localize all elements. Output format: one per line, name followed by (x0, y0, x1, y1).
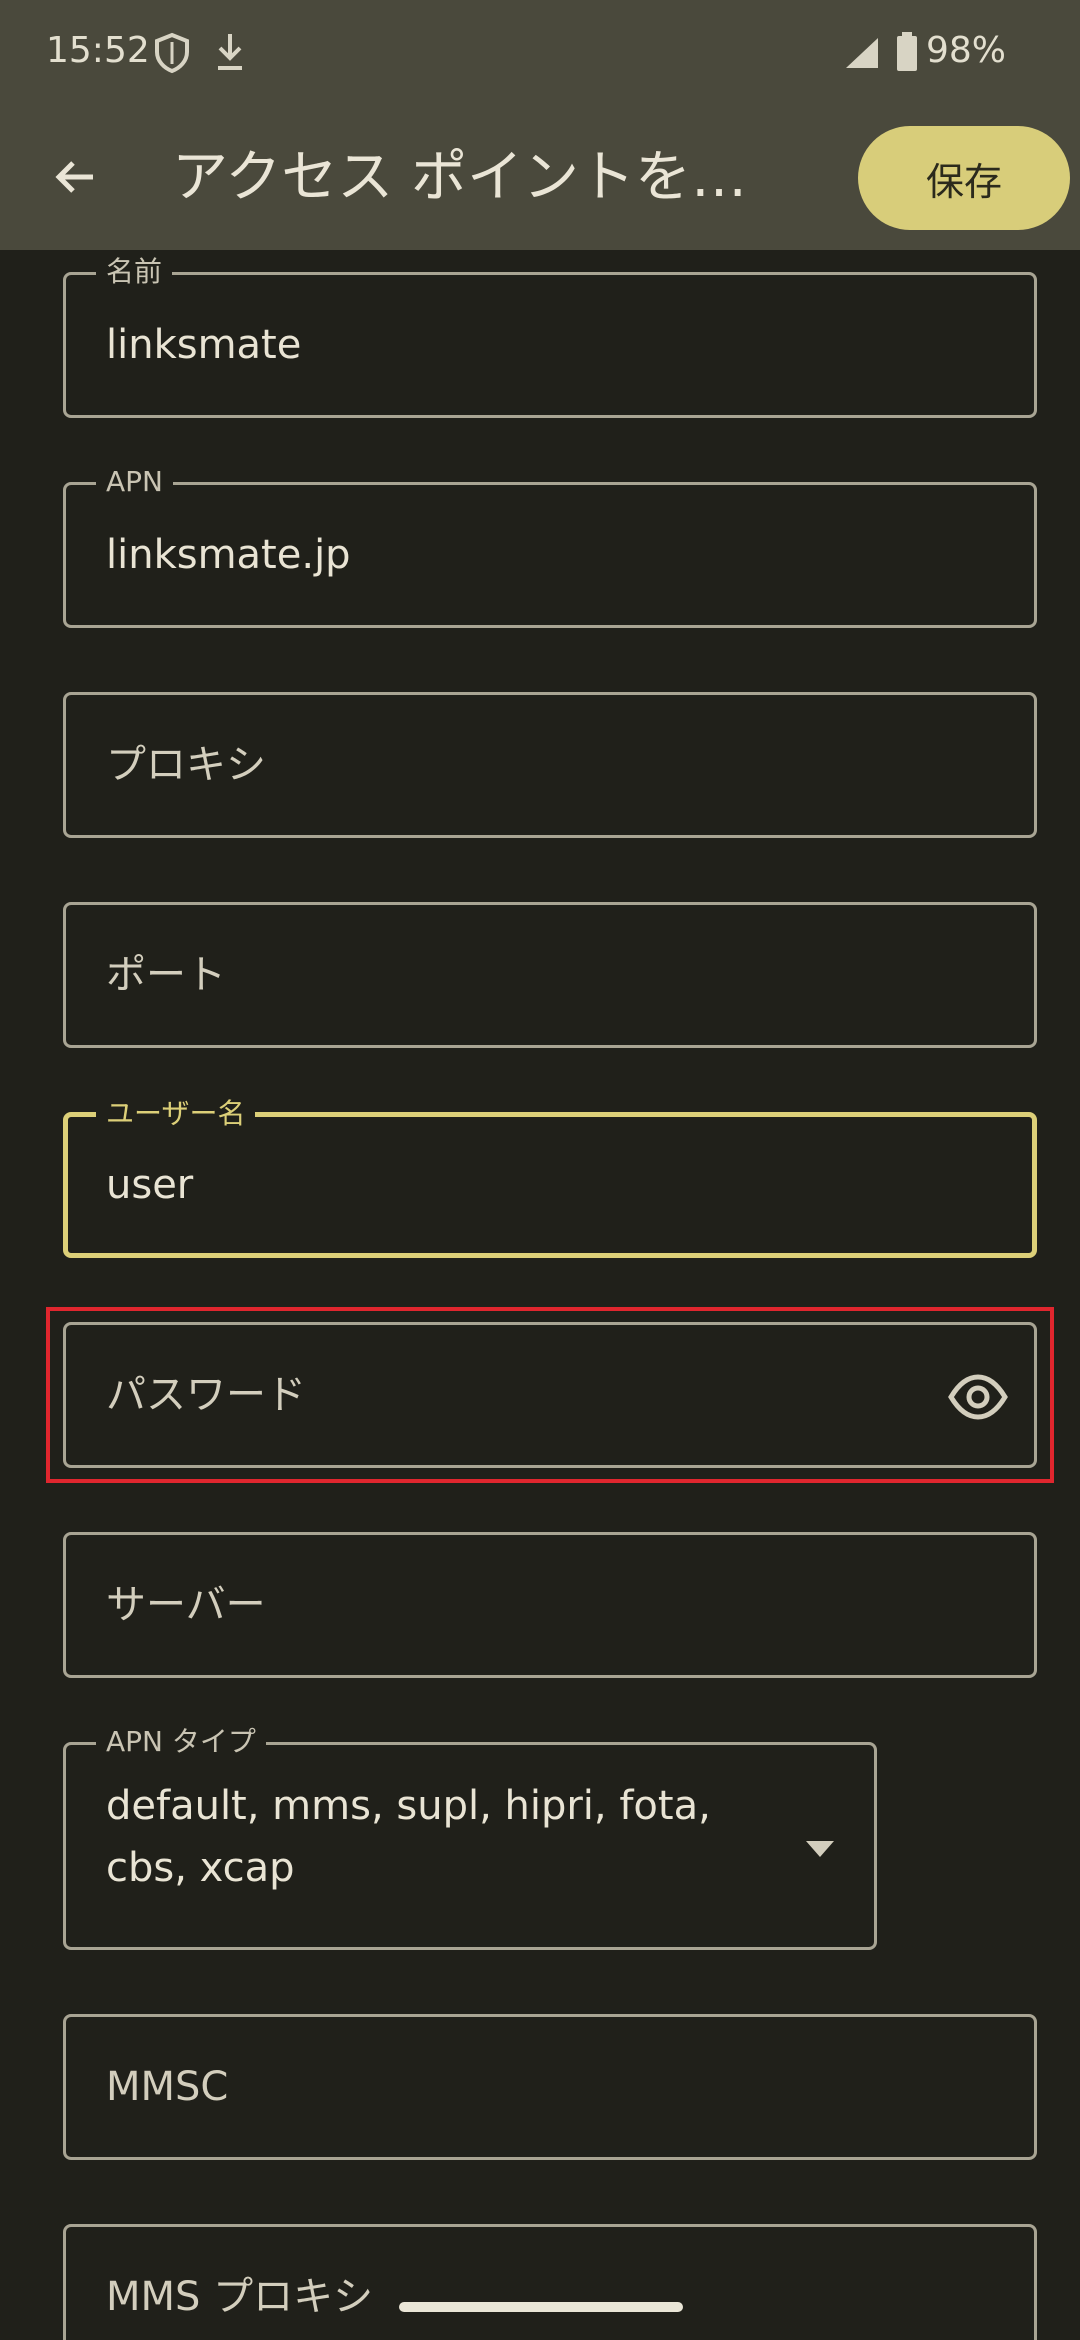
shield-icon (155, 32, 189, 74)
app-header: 15:52 98% アクセス ポイントを… 保存 (0, 0, 1080, 250)
home-indicator[interactable] (399, 2302, 683, 2312)
mmsc-field[interactable]: MMSC (63, 2014, 1037, 2160)
server-field[interactable]: サーバー (63, 1532, 1037, 1678)
apn-type-value: default, mms, supl, hipri, fota, cbs, xc… (106, 1783, 711, 1891)
proxy-field[interactable]: プロキシ (63, 692, 1037, 838)
battery-percent: 98% (926, 30, 1007, 71)
port-field-placeholder: ポート (106, 952, 226, 998)
battery-icon (897, 32, 917, 71)
status-bar: 15:52 98% (0, 0, 1080, 104)
eye-icon[interactable] (948, 1367, 1008, 1427)
name-field-value: linksmate (106, 322, 302, 368)
apn-field[interactable]: APN linksmate.jp (63, 465, 1037, 628)
page-title: アクセス ポイントを… (172, 145, 748, 210)
apn-type-dropdown[interactable]: APN タイプ default, mms, supl, hipri, fota,… (63, 1725, 877, 1950)
password-field-placeholder: パスワード (106, 1372, 306, 1418)
mms-proxy-field-placeholder: MMS プロキシ (106, 2274, 374, 2320)
name-field[interactable]: 名前 linksmate (63, 255, 1037, 418)
signal-icon (846, 38, 878, 68)
username-field[interactable]: ユーザー名 user (63, 1097, 1037, 1258)
proxy-field-placeholder: プロキシ (106, 742, 266, 788)
apn-edit-screen: 15:52 98% アクセス ポイントを… 保存 名前 linksmate AP… (0, 0, 1080, 2340)
download-icon (218, 34, 242, 70)
status-time: 15:52 (46, 30, 150, 71)
back-button[interactable] (34, 136, 116, 218)
save-button[interactable]: 保存 (858, 126, 1070, 230)
toolbar: アクセス ポイントを… 保存 (0, 104, 1080, 250)
server-field-placeholder: サーバー (106, 1582, 266, 1628)
mmsc-field-placeholder: MMSC (106, 2064, 229, 2110)
username-field-value: user (106, 1162, 194, 1208)
mms-proxy-field[interactable]: MMS プロキシ (63, 2224, 1037, 2340)
apn-field-value: linksmate.jp (106, 532, 351, 578)
arrow-left-icon (55, 161, 93, 193)
port-field[interactable]: ポート (63, 902, 1037, 1048)
dropdown-arrow-icon (806, 1841, 834, 1857)
password-field[interactable]: パスワード (63, 1322, 1037, 1468)
apn-type-label: APN タイプ (96, 1725, 266, 1759)
